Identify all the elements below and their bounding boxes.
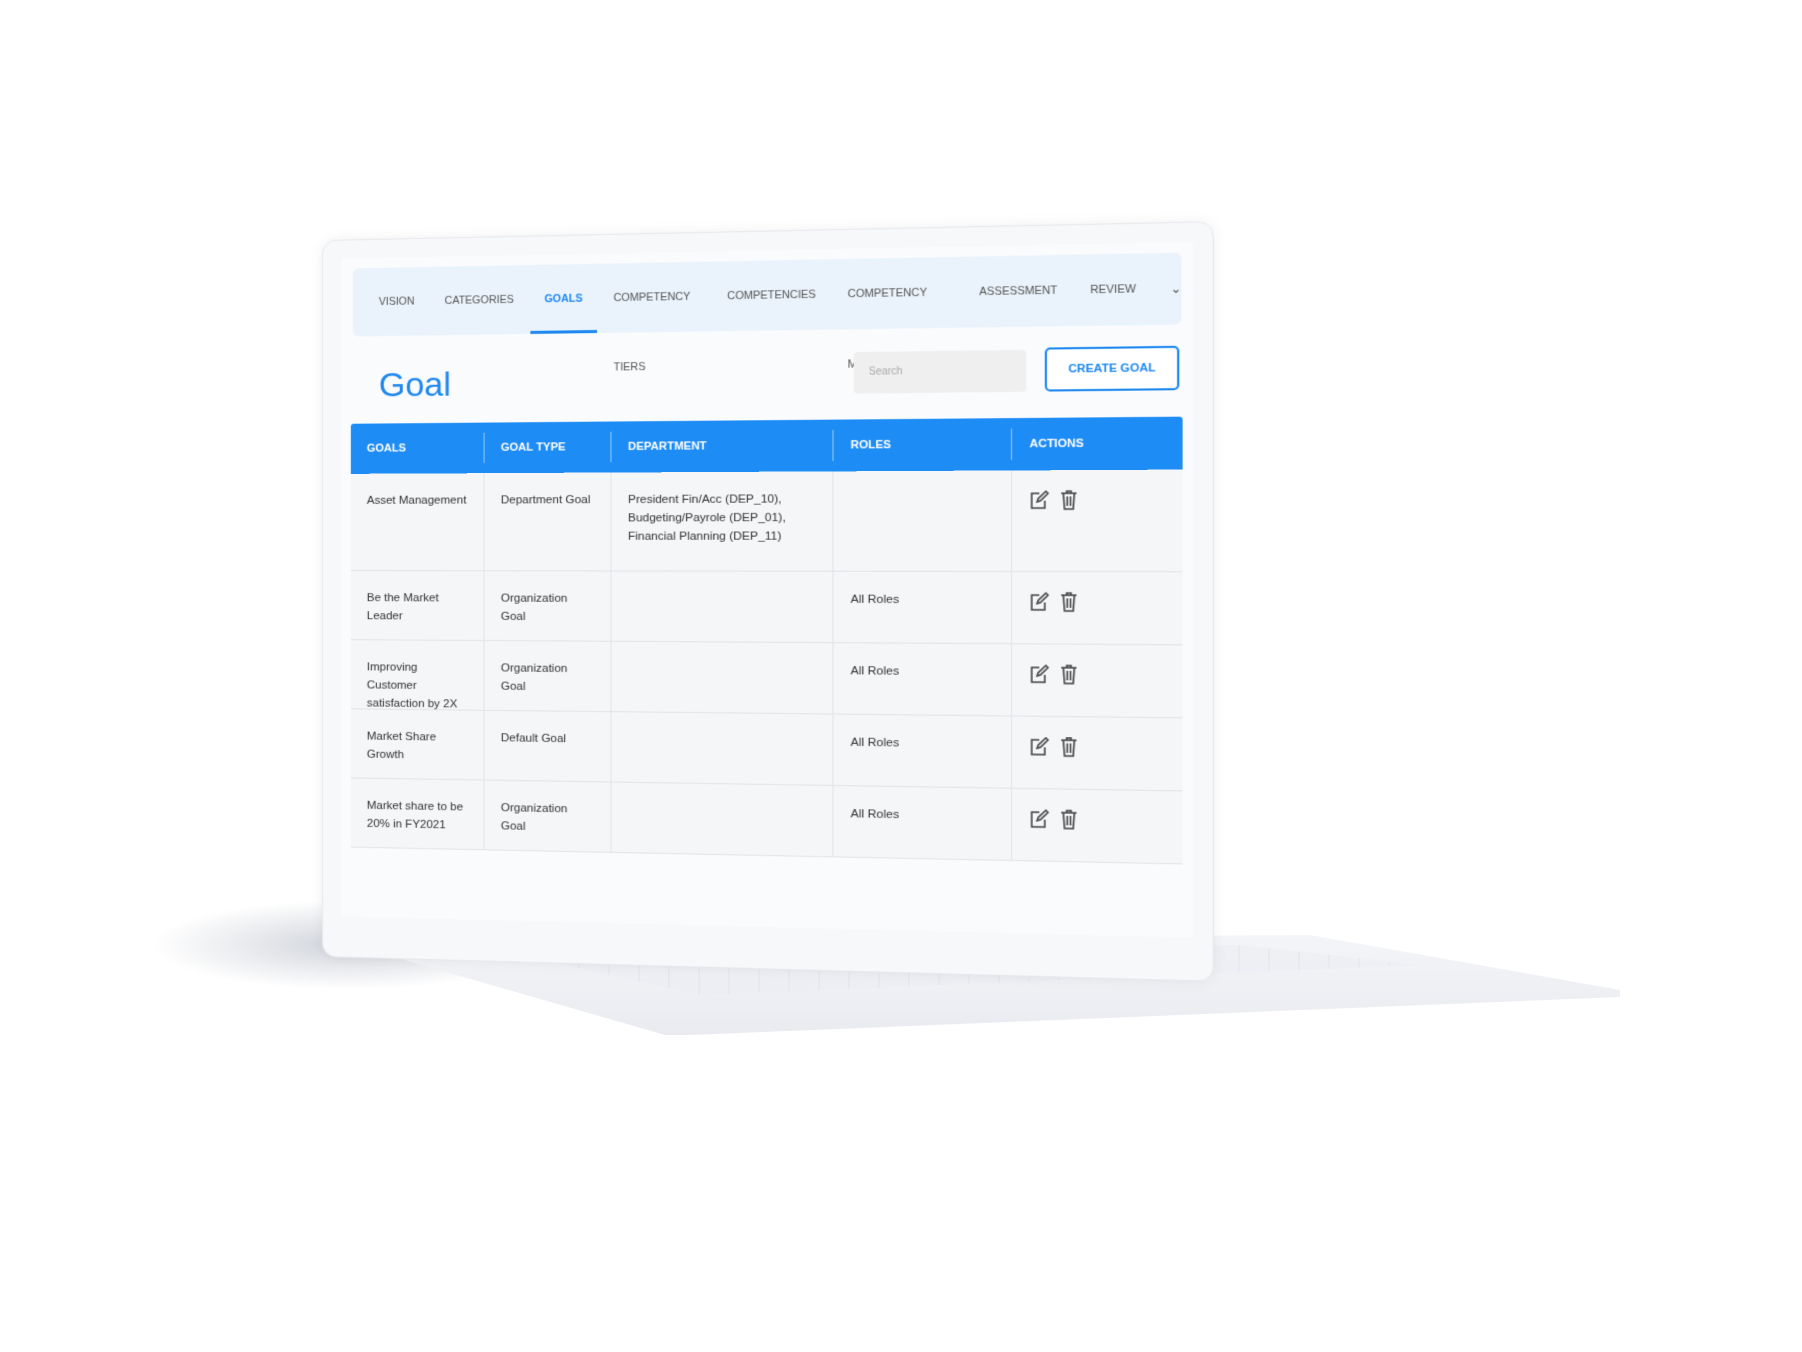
goal-type: Default Goal — [483, 710, 611, 782]
header-department: DEPARTMENT — [610, 429, 833, 463]
tab-goals[interactable]: GOALS — [544, 264, 582, 334]
top-nav: VISION CATEGORIES GOALS COMPETENCY TIERS… — [352, 252, 1182, 374]
delete-icon[interactable] — [1060, 736, 1080, 757]
page-title: Goal — [378, 365, 451, 405]
laptop-lid: VISION CATEGORIES GOALS COMPETENCY TIERS… — [322, 221, 1214, 982]
table-header: GOALS GOAL TYPE DEPARTMENT ROLES ACTIONS — [350, 416, 1183, 474]
goal-department — [610, 712, 833, 785]
row-actions — [1010, 572, 1183, 645]
goal-name: Market share to be 20% in FY2021 — [366, 799, 464, 832]
tab-assessment[interactable]: ASSESSMENT — [979, 255, 1057, 328]
goal-type: Organization Goal — [483, 571, 611, 641]
goal-type: Department Goal — [483, 472, 611, 571]
goal-name: Market Share Growth — [366, 730, 437, 762]
edit-icon[interactable] — [1030, 489, 1050, 510]
goal-name: Asset Management — [366, 494, 467, 507]
header-roles: ROLES — [832, 428, 1011, 462]
table-row: Market Share Growth Default Goal All Rol… — [350, 709, 1183, 792]
goals-table: GOALS GOAL TYPE DEPARTMENT ROLES ACTIONS… — [350, 416, 1183, 865]
goal-roles: All Roles — [832, 785, 1011, 860]
delete-icon[interactable] — [1060, 663, 1080, 684]
table-row: Improving Customer satisfaction by 2X Or… — [350, 640, 1183, 719]
goal-roles: All Roles — [832, 643, 1011, 716]
tab-review-cycle[interactable]: REVIEW CYCLE — [1090, 253, 1155, 368]
row-actions — [1010, 469, 1183, 572]
table-row: Asset Management Department Goal Preside… — [350, 469, 1183, 573]
chevron-down-icon[interactable]: ⌄ — [1170, 281, 1181, 296]
row-actions — [1010, 644, 1183, 718]
row-actions — [1010, 788, 1183, 864]
tab-competencies[interactable]: COMPETENCIES — [727, 260, 816, 332]
edit-icon[interactable] — [1030, 808, 1050, 829]
create-goal-button[interactable]: CREATE GOAL — [1044, 345, 1180, 392]
goal-name: Be the Market Leader — [366, 592, 439, 623]
goal-roles — [832, 470, 1011, 571]
search-input[interactable]: Search — [853, 349, 1027, 394]
header-goal-type: GOAL TYPE — [483, 431, 611, 464]
goal-department — [610, 782, 833, 857]
goal-department: President Fin/Acc (DEP_10), Budgeting/Pa… — [610, 471, 833, 571]
header-actions: ACTIONS — [1010, 427, 1183, 460]
tab-competency-tiers[interactable]: COMPETENCY TIERS — [614, 262, 696, 374]
delete-icon[interactable] — [1060, 489, 1080, 510]
tab-vision[interactable]: VISION — [379, 267, 415, 336]
goal-name: Improving Customer satisfaction by 2X — [366, 661, 458, 711]
screen: VISION CATEGORIES GOALS COMPETENCY TIERS… — [340, 241, 1193, 938]
goal-department — [610, 571, 833, 643]
tab-categories[interactable]: CATEGORIES — [445, 265, 514, 335]
goal-type: Organization Goal — [483, 780, 611, 852]
table-row: Be the Market Leader Organization Goal A… — [350, 571, 1183, 646]
row-actions — [1010, 716, 1183, 791]
goal-type: Organization Goal — [483, 640, 611, 712]
edit-icon[interactable] — [1030, 663, 1050, 684]
header-goals: GOALS — [366, 442, 406, 455]
goal-roles: All Roles — [832, 714, 1011, 788]
goal-roles: All Roles — [832, 571, 1011, 644]
tab-competency-mapping[interactable]: COMPETENCY MAPPING — [848, 257, 947, 371]
goal-department — [610, 641, 833, 714]
delete-icon[interactable] — [1060, 591, 1080, 612]
edit-icon[interactable] — [1030, 736, 1050, 757]
table-row: Market share to be 20% in FY2021 Organiz… — [350, 778, 1183, 865]
delete-icon[interactable] — [1060, 808, 1080, 829]
edit-icon[interactable] — [1030, 591, 1050, 612]
